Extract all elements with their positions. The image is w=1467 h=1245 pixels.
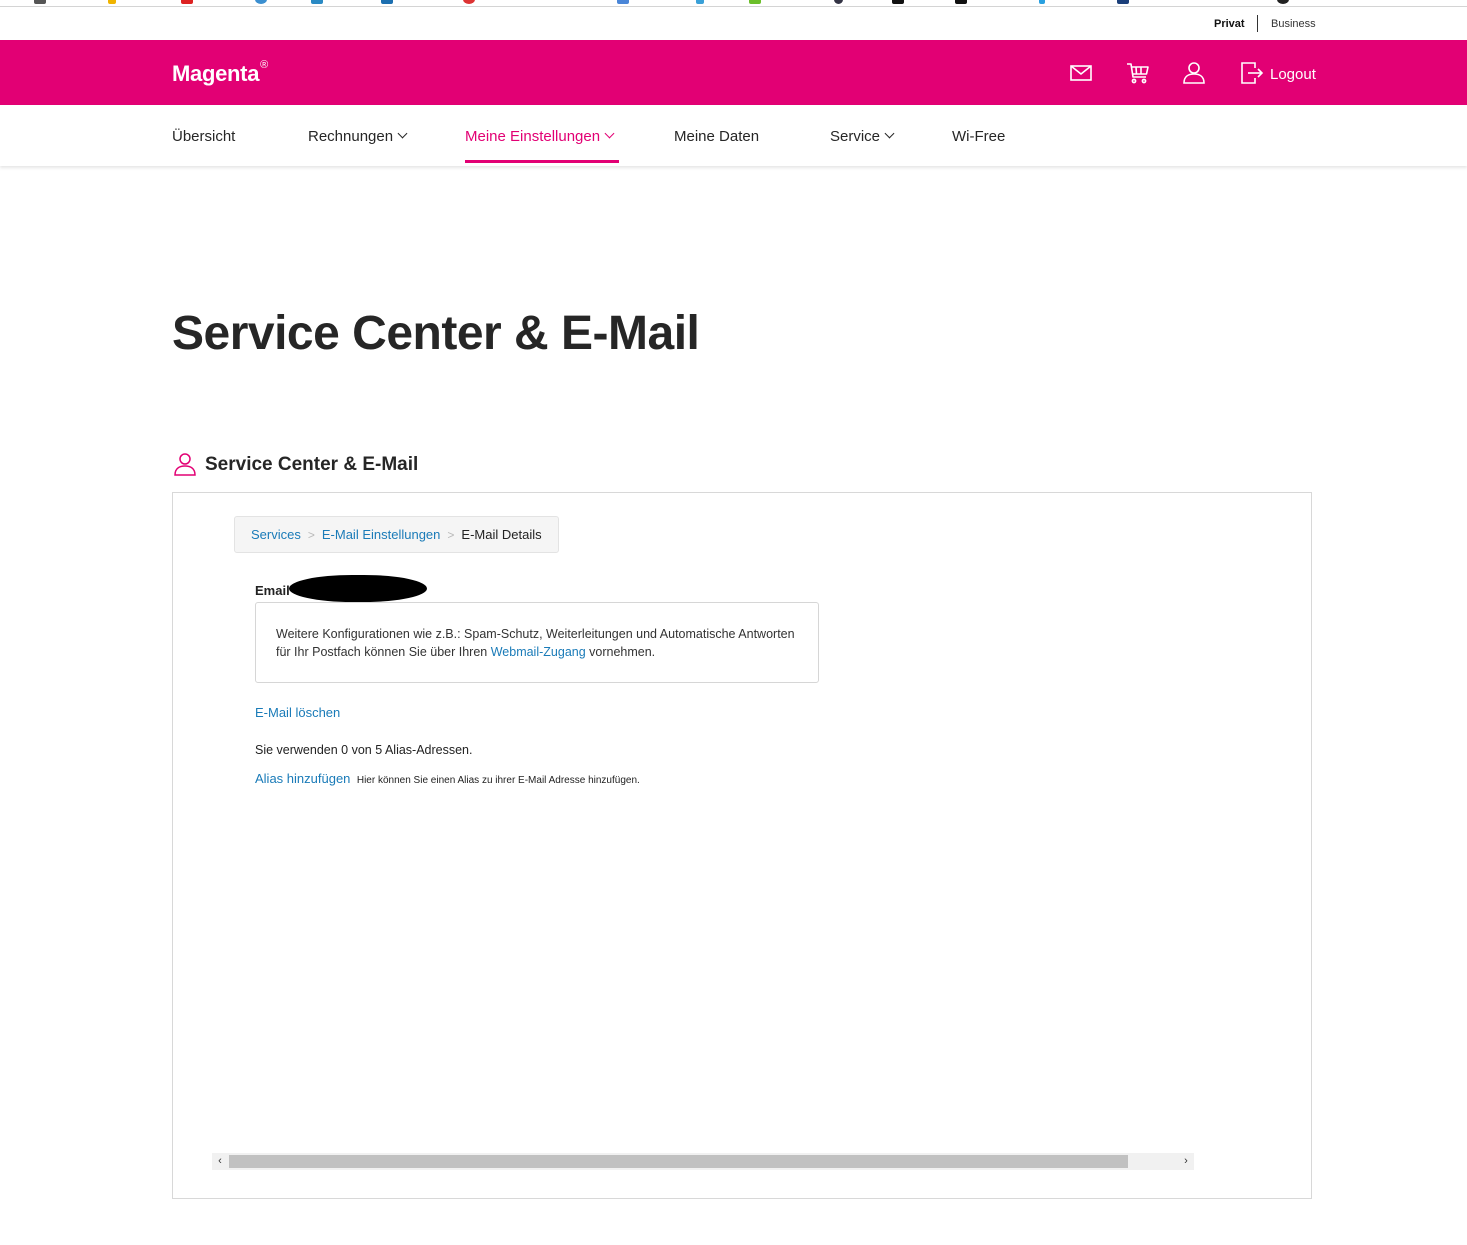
scroll-left-icon[interactable]: ‹ [212, 1153, 228, 1170]
scroll-right-icon[interactable]: › [1178, 1153, 1194, 1170]
breadcrumb-services[interactable]: Services [251, 527, 301, 542]
user-icon[interactable] [1181, 60, 1207, 86]
breadcrumb-separator: > [307, 528, 315, 542]
add-alias-link[interactable]: Alias hinzufügen [255, 771, 350, 786]
top-header: Magenta® Logout [0, 40, 1467, 105]
segment-divider [1257, 15, 1258, 32]
logout-icon[interactable] [1239, 60, 1265, 86]
nav-item-meine-daten[interactable]: Meine Daten [674, 128, 759, 145]
active-nav-indicator [465, 160, 619, 163]
user-icon [172, 451, 198, 477]
chevron-down-icon [884, 128, 895, 139]
logout-link[interactable]: Logout [1270, 66, 1316, 83]
delete-email-link[interactable]: E-Mail löschen [255, 705, 340, 720]
bookmarks-bar [0, 0, 1467, 7]
cart-icon[interactable] [1125, 60, 1151, 86]
horizontal-scrollbar[interactable]: ‹ › [212, 1153, 1194, 1170]
nav-item-wi-free[interactable]: Wi-Free [952, 128, 1005, 145]
mail-icon[interactable] [1068, 60, 1094, 86]
segment-bar: Privat Business [0, 8, 1467, 40]
webmail-info-panel: Weitere Konfigurationen wie z.B.: Spam-S… [255, 602, 819, 683]
alias-hint: Hier können Sie einen Alias zu ihrer E-M… [356, 775, 640, 786]
magenta-logo[interactable]: Magenta® [172, 59, 268, 87]
webmail-link[interactable]: Webmail-Zugang [491, 645, 586, 659]
alias-count-text: Sie verwenden 0 von 5 Alias-Adressen. [255, 743, 473, 757]
email-label: Email [255, 583, 290, 598]
breadcrumb-email-einstellungen[interactable]: E-Mail Einstellungen [322, 527, 441, 542]
main-nav: Übersicht Rechnungen Meine Einstellungen… [0, 105, 1467, 166]
breadcrumb: Services > E-Mail Einstellungen > E-Mail Det… [234, 516, 559, 553]
nav-item-meine-einstellungen[interactable]: Meine Einstellungen [465, 128, 615, 145]
segment-business[interactable]: Business [1271, 18, 1316, 30]
breadcrumb-email-details: E-Mail Details [461, 527, 542, 542]
redacted-email-address [289, 575, 427, 602]
nav-item-uebersicht[interactable]: Übersicht [172, 128, 235, 145]
section-title: Service Center & E-Mail [205, 454, 419, 475]
nav-item-service[interactable]: Service [830, 128, 895, 145]
chevron-down-icon [604, 128, 615, 139]
page: Privat Business Magenta® Logout Übersich… [0, 0, 1467, 1245]
alias-row: Alias hinzufügen Hier können Sie einen A… [255, 770, 640, 788]
nav-item-rechnungen[interactable]: Rechnungen [308, 128, 408, 145]
segment-privat[interactable]: Privat [1214, 18, 1245, 30]
service-content-frame: Services > E-Mail Einstellungen > E-Mail Det… [172, 492, 1312, 1199]
chevron-down-icon [397, 128, 408, 139]
scrollbar-thumb[interactable] [229, 1155, 1128, 1168]
page-title: Service Center & E-Mail [172, 307, 700, 360]
breadcrumb-separator: > [447, 528, 455, 542]
info-text-end: vornehmen. [585, 645, 656, 659]
